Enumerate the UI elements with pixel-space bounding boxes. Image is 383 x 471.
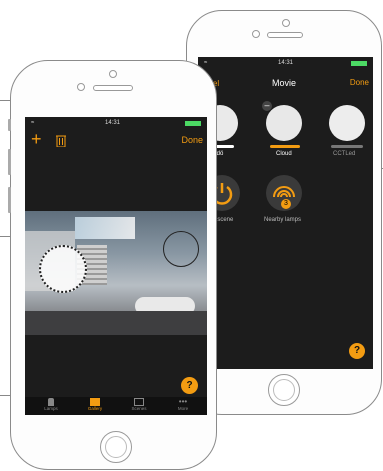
volume-down-button xyxy=(8,187,11,213)
front-status-time: 14:31 xyxy=(105,120,121,126)
back-home-button[interactable] xyxy=(268,374,300,406)
scenes-icon xyxy=(134,398,144,406)
back-help-button[interactable]: ? xyxy=(349,343,365,359)
lamp-bar-2 xyxy=(270,145,300,148)
lamp-bar-3 xyxy=(331,145,363,148)
lamp-name-2: Cloud xyxy=(276,151,292,157)
add-button[interactable]: + xyxy=(31,129,42,150)
room-photo[interactable] xyxy=(25,211,207,335)
tab-bar: Lamps Gallery Scenes ••• More xyxy=(25,397,207,415)
tab-lamps-label: Lamps xyxy=(44,406,58,411)
tab-gallery[interactable]: Gallery xyxy=(77,397,113,415)
back-title: Movie xyxy=(272,78,297,88)
gallery-icon xyxy=(90,398,100,406)
lamp-image-2 xyxy=(266,105,302,141)
volume-up-button xyxy=(8,149,11,175)
front-done-button[interactable]: Done xyxy=(181,135,203,145)
front-phone-sensor xyxy=(77,83,85,91)
back-phone-camera xyxy=(282,19,290,27)
wifi-icon: ≈ xyxy=(31,120,35,126)
back-phone-sensor xyxy=(252,30,260,38)
nearby-lamps-button[interactable]: 3 Nearby lamps xyxy=(260,175,310,235)
back-phone-speaker xyxy=(267,32,303,38)
room-floor xyxy=(25,311,207,335)
more-icon: ••• xyxy=(178,397,188,406)
lamp-marker-circle[interactable] xyxy=(163,231,199,267)
remove-icon[interactable]: – xyxy=(262,101,272,111)
nearby-count-badge: 3 xyxy=(281,199,291,209)
back-status-bar: ≈ 14:31 xyxy=(198,57,373,71)
room-window-light xyxy=(75,217,135,239)
tab-scenes[interactable]: Scenes xyxy=(121,397,157,415)
tab-more-label: More xyxy=(177,406,189,411)
wifi-icon: ≈ xyxy=(204,60,208,66)
trash-icon[interactable] xyxy=(56,134,66,152)
front-phone-camera xyxy=(109,70,117,78)
tab-lamps[interactable]: Lamps xyxy=(33,397,69,415)
lamp-marker-dotted[interactable] xyxy=(39,245,87,293)
front-help-button[interactable]: ? xyxy=(181,377,198,394)
front-status-bar: ≈ 14:31 xyxy=(25,117,207,131)
front-phone-speaker xyxy=(93,85,133,91)
tab-gallery-label: Gallery xyxy=(87,406,103,411)
silent-switch xyxy=(8,119,11,131)
lamp-icon xyxy=(48,398,54,406)
front-phone: ≈ 14:31 + Done ? Lamps Gallery Scenes ••… xyxy=(8,60,217,470)
lamp-name-3: CCTLed xyxy=(333,151,356,157)
tab-more[interactable]: ••• More xyxy=(165,397,201,415)
battery-icon xyxy=(351,61,367,66)
front-home-button[interactable] xyxy=(100,431,132,463)
lamp-image-3 xyxy=(329,105,365,141)
tab-scenes-label: Scenes xyxy=(131,406,147,411)
front-phone-screen: ≈ 14:31 + Done ? Lamps Gallery Scenes ••… xyxy=(25,117,207,415)
nearby-lamps-label: Nearby lamps xyxy=(264,217,302,223)
back-status-time: 14:31 xyxy=(278,60,294,66)
lamp-card-2[interactable]: – Cloud xyxy=(262,101,306,165)
back-phone-screen: ≈ 14:31 ancel Movie Done – Ledö – Cloud … xyxy=(198,57,373,369)
back-done-button[interactable]: Done xyxy=(350,78,369,87)
battery-icon xyxy=(185,121,201,126)
lamp-card-3[interactable]: CCTLed xyxy=(325,105,371,165)
